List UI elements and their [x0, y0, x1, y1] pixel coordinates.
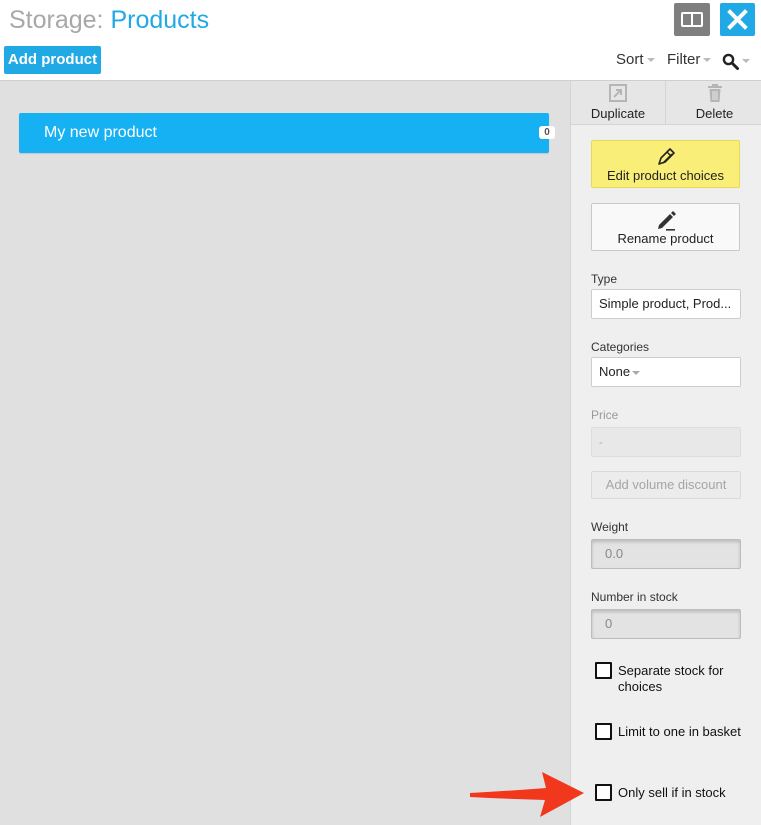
edit-choices-label: Edit product choices [606, 168, 725, 183]
duplicate-button[interactable]: Duplicate [571, 81, 666, 125]
trash-icon [707, 84, 722, 102]
title-main: Products [110, 6, 210, 34]
close-icon [727, 9, 748, 30]
categories-value: None [599, 364, 631, 379]
filter-dropdown[interactable]: Filter [667, 51, 712, 69]
rename-product-button[interactable]: Rename product [591, 203, 740, 251]
price-value: - [599, 437, 603, 449]
title-prefix: Storage: [9, 6, 104, 34]
sort-label: Sort [616, 51, 644, 68]
only-sell-label: Only sell if in stock [618, 785, 726, 800]
add-volume-discount-button: Add volume discount [591, 471, 741, 499]
split-view-icon [681, 12, 703, 27]
chevron-down-icon [646, 58, 655, 63]
chevron-down-icon [742, 59, 750, 64]
page-title: Storage: Products [9, 5, 209, 35]
search-icon [722, 53, 739, 70]
type-label: Type [591, 272, 618, 286]
price-input: - [591, 427, 741, 457]
sort-dropdown[interactable]: Sort [616, 51, 655, 69]
pencil-choices-icon [657, 148, 675, 165]
layout-toggle-button[interactable] [674, 3, 710, 36]
price-label: Price [591, 408, 619, 422]
limit-one-checkbox[interactable] [595, 723, 612, 740]
categories-label: Categories [591, 340, 650, 354]
stock-label: Number in stock [591, 590, 678, 604]
close-button[interactable] [720, 3, 755, 36]
delete-label: Delete [695, 106, 734, 121]
edit-product-choices-button[interactable]: Edit product choices [591, 140, 740, 188]
product-count-badge: 0 [539, 126, 555, 139]
panel-toolbar: Duplicate Delete [571, 81, 761, 125]
add-product-button[interactable]: Add product [4, 46, 101, 74]
categories-select[interactable]: None [591, 357, 741, 387]
product-name: My new product [44, 124, 157, 141]
annotation-arrow-icon [470, 772, 584, 817]
duplicate-label: Duplicate [590, 106, 646, 121]
header: Storage: Products Add product Sort Filte… [0, 0, 761, 81]
rename-label: Rename product [617, 231, 714, 246]
only-sell-in-stock-checkbox[interactable] [595, 784, 612, 801]
chevron-down-icon [703, 58, 712, 63]
type-select[interactable]: Simple product, Prod... [591, 289, 741, 319]
pencil-icon [657, 211, 676, 231]
limit-one-label: Limit to one in basket [618, 724, 741, 739]
separate-stock-label: Separate stock for choices [618, 663, 724, 694]
chevron-down-icon [632, 370, 641, 375]
duplicate-icon [609, 84, 627, 102]
separate-stock-checkbox[interactable] [595, 662, 612, 679]
stock-input[interactable]: 0 [591, 609, 741, 639]
product-details-panel: Duplicate Delete Edit product choices Re… [570, 81, 761, 825]
delete-button[interactable]: Delete [667, 81, 761, 125]
search-dropdown[interactable] [722, 52, 750, 70]
filter-label: Filter [667, 51, 701, 68]
weight-label: Weight [591, 520, 629, 534]
product-list-item[interactable]: My new product 0 [19, 113, 555, 153]
weight-input[interactable]: 0.0 [591, 539, 741, 569]
